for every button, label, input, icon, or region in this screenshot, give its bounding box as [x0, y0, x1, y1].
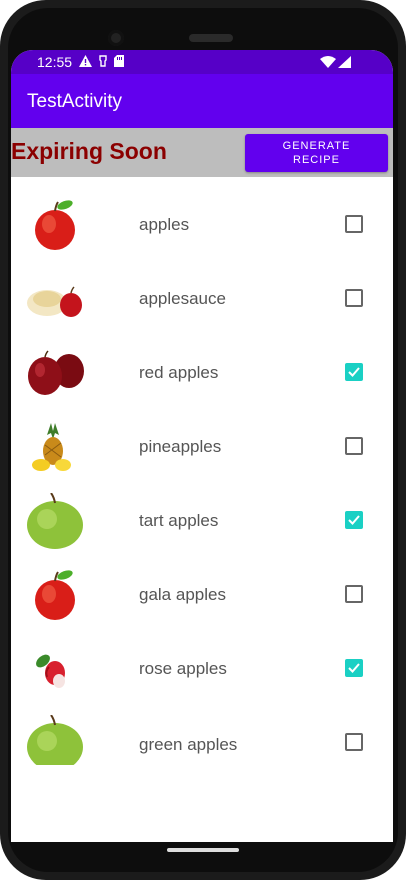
checkmark-icon — [348, 515, 360, 525]
item-label: pineapples — [139, 437, 222, 456]
item-checkbox[interactable] — [345, 363, 363, 381]
applesauce-icon — [27, 286, 82, 317]
status-notification-icons — [79, 55, 124, 67]
expiring-header: Expiring Soon GENERATE RECIPE — [11, 128, 393, 177]
list-item[interactable]: gala apples — [11, 557, 393, 631]
item-checkbox[interactable] — [345, 437, 363, 455]
signal-icon — [338, 56, 351, 68]
generate-recipe-label: GENERATE RECIPE — [282, 140, 351, 166]
green-apple-icon — [27, 715, 83, 765]
status-system-icons — [320, 56, 351, 68]
usb-debug-icon — [99, 55, 107, 67]
item-checkbox[interactable] — [345, 511, 363, 529]
front-camera — [108, 30, 124, 46]
list-item[interactable]: applesauce — [11, 261, 393, 335]
sd-card-icon — [114, 55, 124, 67]
app-title: TestActivity — [27, 91, 123, 112]
gesture-nav-handle[interactable] — [167, 848, 239, 852]
status-bar: 12:55 — [11, 50, 393, 74]
item-checkbox[interactable] — [345, 733, 363, 751]
green-apple-icon — [27, 493, 83, 549]
phone-frame: 12:55 TestActivity Expiring Soon GENERAT… — [0, 0, 406, 880]
item-checkbox[interactable] — [345, 215, 363, 233]
item-label: applesauce — [139, 289, 226, 308]
apple-icon — [35, 570, 75, 620]
item-label: tart apples — [139, 511, 219, 530]
pineapple-icon — [32, 423, 71, 471]
list-item[interactable]: apples — [11, 187, 393, 261]
status-time: 12:55 — [37, 54, 73, 70]
item-label: green apples — [139, 735, 238, 754]
item-checkbox[interactable] — [345, 659, 363, 677]
expiring-soon-title: Expiring Soon — [11, 138, 167, 164]
checkmark-icon — [348, 663, 360, 673]
list-item[interactable]: tart apples — [11, 483, 393, 557]
list-item[interactable]: pineapples — [11, 409, 393, 483]
app-bar: TestActivity — [11, 74, 393, 128]
rose-apple-icon — [36, 654, 65, 688]
item-label: red apples — [139, 363, 219, 382]
list-item[interactable]: rose apples — [11, 631, 393, 705]
apple-icon — [35, 200, 75, 250]
red-apples-icon — [28, 350, 84, 395]
item-label: rose apples — [139, 659, 227, 678]
item-label: gala apples — [139, 585, 226, 604]
earpiece-speaker — [189, 34, 233, 42]
item-checkbox[interactable] — [345, 289, 363, 307]
generate-recipe-button[interactable]: GENERATE RECIPE — [245, 134, 388, 172]
item-checkbox[interactable] — [345, 585, 363, 603]
screen: 12:55 TestActivity Expiring Soon GENERAT… — [11, 50, 393, 842]
item-label: apples — [139, 215, 190, 234]
list-item[interactable]: red apples — [11, 335, 393, 409]
expiring-items-list[interactable]: apples applesauce red apples pineapples … — [11, 177, 393, 765]
warning-icon — [79, 55, 92, 67]
wifi-icon — [320, 56, 336, 68]
list-item[interactable]: green apples — [11, 705, 393, 765]
checkmark-icon — [348, 367, 360, 377]
